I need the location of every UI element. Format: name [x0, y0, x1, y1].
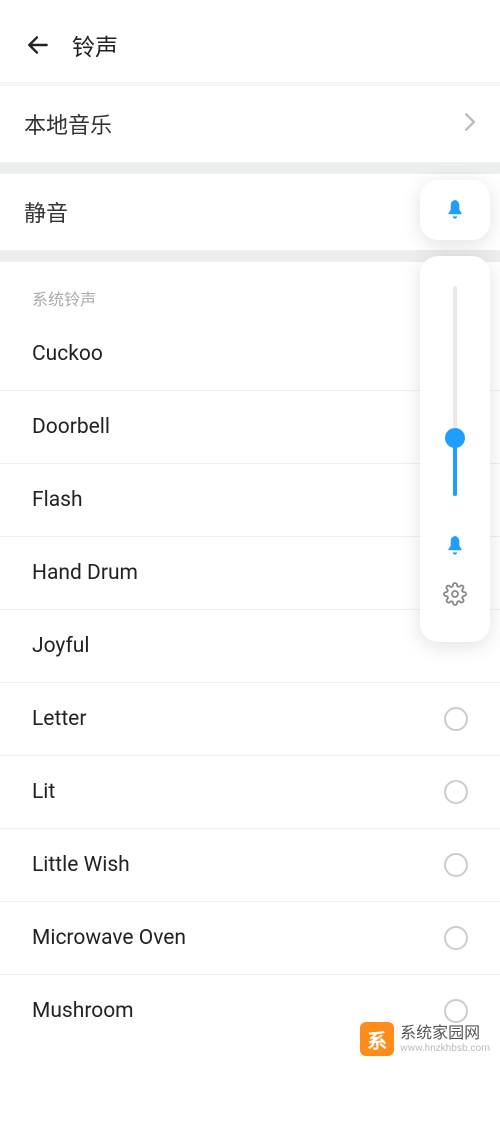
- ringer-icon-button[interactable]: [442, 534, 468, 564]
- ringer-mode-button[interactable]: [420, 180, 490, 240]
- ringtone-label: Cuckoo: [32, 342, 103, 366]
- ringtone-label: Joyful: [32, 634, 89, 658]
- ringtone-label: Hand Drum: [32, 561, 138, 585]
- watermark-sub: www.hnzkhbsb.com: [400, 1043, 490, 1055]
- header: 铃声: [0, 0, 500, 82]
- silent-label: 静音: [24, 202, 68, 227]
- bell-icon: [442, 534, 468, 560]
- arrow-left-icon: [25, 32, 51, 58]
- radio-button[interactable]: [444, 853, 468, 877]
- volume-bell-panel-top: [420, 180, 490, 240]
- ringtone-label: Little Wish: [32, 853, 130, 877]
- gear-icon: [443, 582, 467, 606]
- radio-button[interactable]: [444, 707, 468, 731]
- ringtone-label: Microwave Oven: [32, 926, 186, 950]
- radio-button[interactable]: [444, 926, 468, 950]
- radio-button[interactable]: [444, 999, 468, 1023]
- ringtone-label: Doorbell: [32, 415, 110, 439]
- local-music-row[interactable]: 本地音乐: [0, 86, 500, 162]
- ringtone-item[interactable]: Lit: [0, 756, 500, 829]
- back-button[interactable]: [24, 31, 52, 59]
- ringtone-item[interactable]: Letter: [0, 683, 500, 756]
- radio-button[interactable]: [444, 780, 468, 804]
- chevron-right-icon: [464, 112, 476, 136]
- ringtone-label: Mushroom: [32, 999, 134, 1023]
- volume-slider[interactable]: [453, 286, 457, 496]
- volume-slider-panel: [420, 256, 490, 642]
- ringtone-item[interactable]: Microwave Oven: [0, 902, 500, 975]
- volume-slider-thumb[interactable]: [445, 428, 465, 448]
- watermark-text: 系统家园网 www.hnzkhbsb.com: [400, 1023, 490, 1054]
- page-title: 铃声: [72, 28, 118, 62]
- divider: [0, 162, 500, 174]
- watermark: 系 系统家园网 www.hnzkhbsb.com: [360, 1022, 490, 1056]
- ringtone-label: Lit: [32, 780, 55, 804]
- watermark-badge: 系: [360, 1022, 394, 1056]
- watermark-main: 系统家园网: [400, 1023, 490, 1042]
- ringtone-label: Flash: [32, 488, 83, 512]
- ringtone-item[interactable]: Little Wish: [0, 829, 500, 902]
- volume-settings-button[interactable]: [443, 582, 467, 610]
- volume-slider-fill: [453, 440, 457, 496]
- local-music-label: 本地音乐: [24, 108, 112, 140]
- bell-icon: [442, 198, 468, 224]
- ringtone-label: Letter: [32, 707, 86, 731]
